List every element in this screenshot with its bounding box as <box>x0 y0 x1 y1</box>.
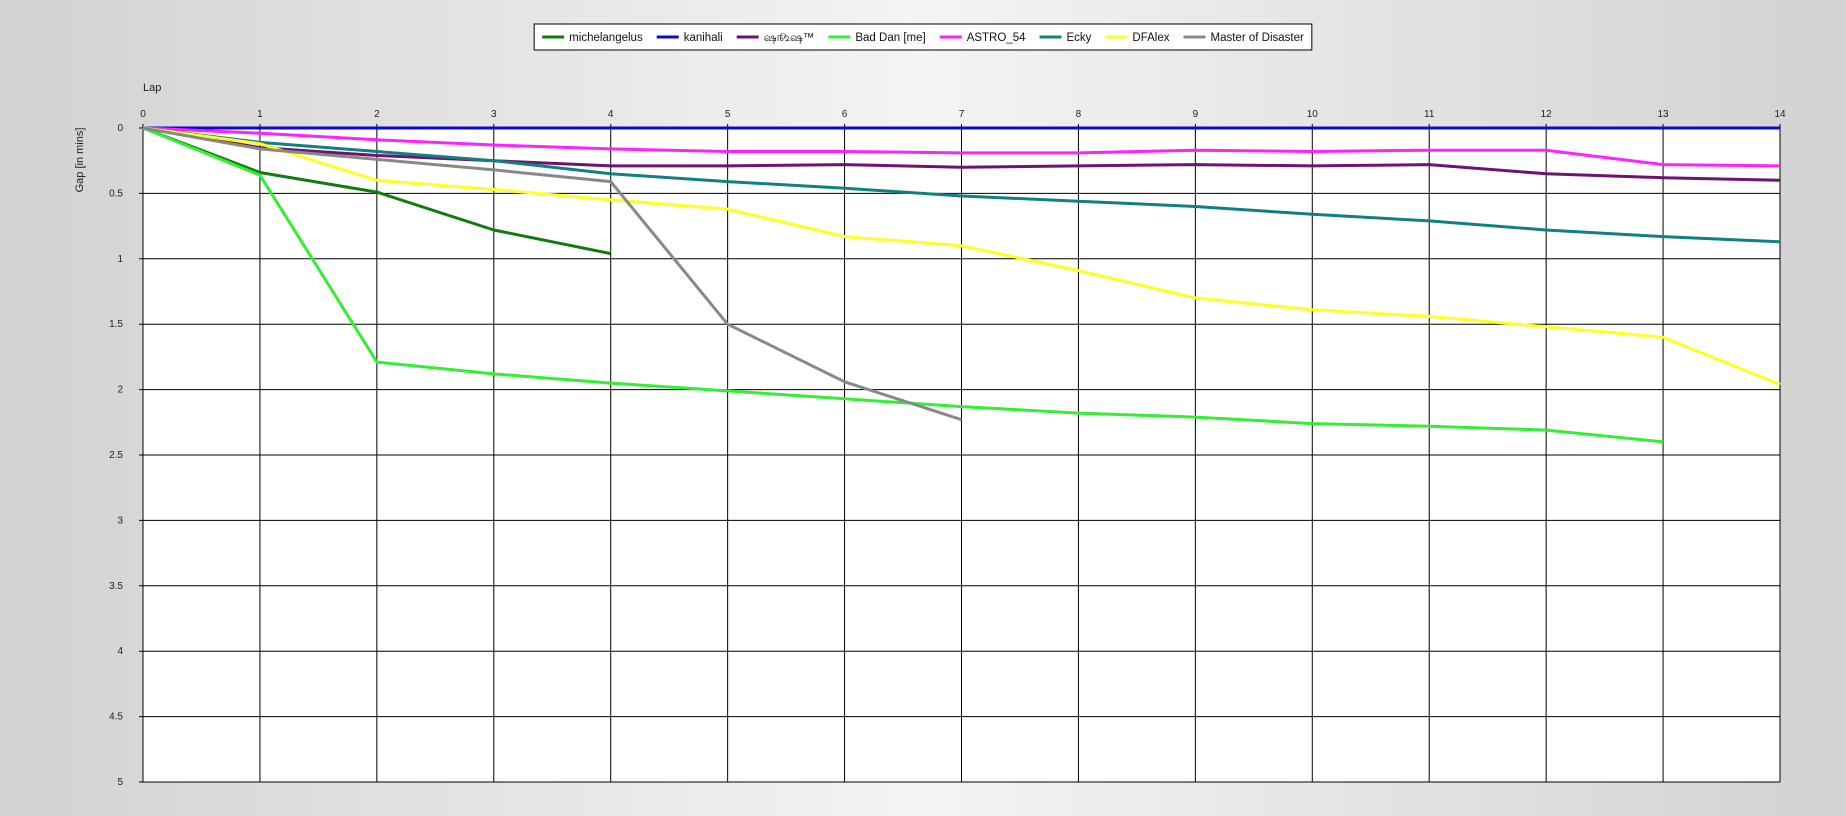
legend-label: kanihali <box>684 32 723 44</box>
x-tick-label: 11 <box>1424 109 1435 120</box>
legend-label: michelangelus <box>569 32 643 44</box>
x-tick-label: 12 <box>1541 109 1553 120</box>
y-tick-label: 3 <box>117 515 123 526</box>
x-tick-label: 8 <box>1076 109 1082 120</box>
y-tick-label: 0 <box>117 123 123 134</box>
chart-area: michelangelus kanihali ஷ௺ஷ™ Bad Dan [me] AST… <box>0 0 1846 816</box>
y-tick-label: 4.5 <box>109 712 123 723</box>
legend-label: Master of Disaster <box>1211 32 1304 44</box>
x-tick-label: 1 <box>257 109 263 120</box>
y-axis-title: Gap [in mins] <box>74 128 86 193</box>
grid <box>139 124 1781 783</box>
legend-label: DFAlex <box>1132 32 1169 44</box>
y-tick-label: 2.5 <box>109 450 123 461</box>
x-tick-label: 14 <box>1774 109 1786 120</box>
y-tick-label: 3.5 <box>109 581 123 592</box>
y-tick-label: 1 <box>117 254 123 265</box>
x-tick-label: 7 <box>959 109 965 120</box>
x-tick-label: 2 <box>374 109 380 120</box>
x-tick-label: 10 <box>1307 109 1319 120</box>
x-tick-label: 5 <box>725 109 731 120</box>
x-tick-label: 0 <box>140 109 146 120</box>
y-tick-label: 2 <box>117 385 123 396</box>
x-tick-label: 3 <box>491 109 497 120</box>
legend-label: ஷ௺ஷ™ <box>764 32 815 44</box>
y-tick-label: 1.5 <box>109 319 123 330</box>
legend-label: Ecky <box>1067 32 1092 44</box>
y-tick-label: 4 <box>117 646 123 657</box>
y-tick-label: 5 <box>117 777 123 788</box>
x-tick-label: 13 <box>1658 109 1670 120</box>
legend-label: ASTRO_54 <box>967 32 1026 44</box>
x-axis-title: Lap <box>143 82 161 94</box>
y-tick-label: 0.5 <box>109 188 123 199</box>
line-chart: michelangelus kanihali ஷ௺ஷ™ Bad Dan [me] AST… <box>74 23 1786 788</box>
legend-label: Bad Dan [me] <box>855 32 925 44</box>
x-tick-label: 9 <box>1193 109 1199 120</box>
legend: michelangelus kanihali ஷ௺ஷ™ Bad Dan [me] AST… <box>533 23 1313 51</box>
x-tick-label: 6 <box>842 109 848 120</box>
x-tick-label: 4 <box>608 109 614 120</box>
